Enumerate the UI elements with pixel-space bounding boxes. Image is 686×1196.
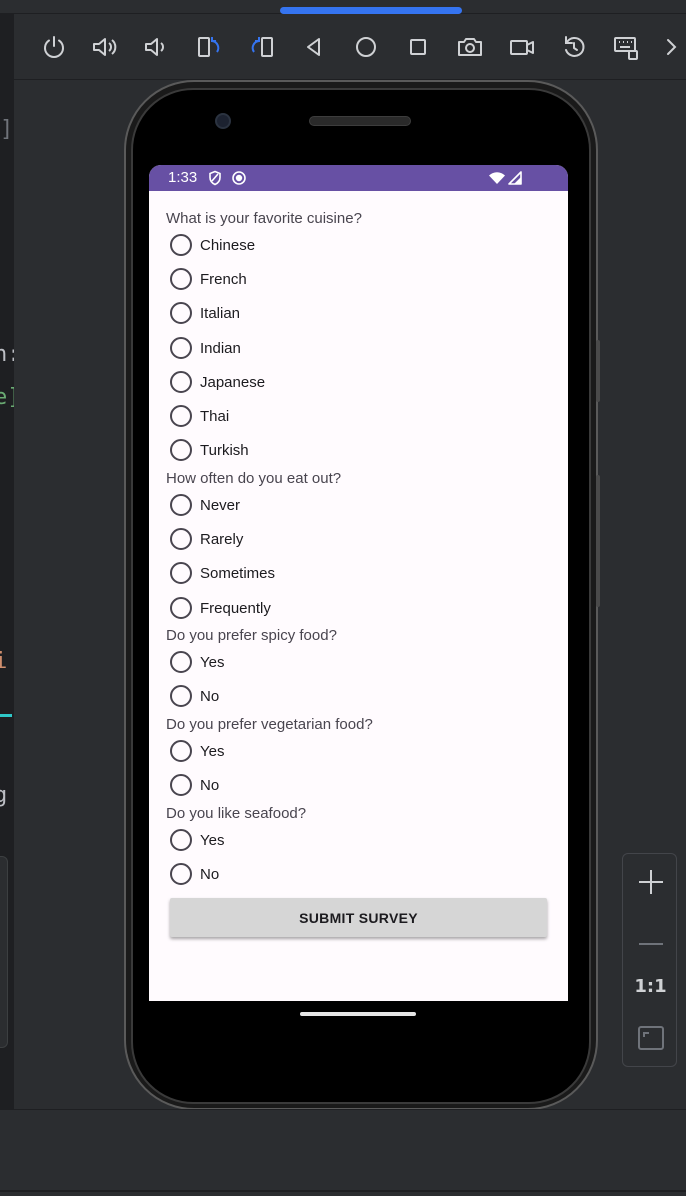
radio-button[interactable] [170,528,192,550]
radio-button[interactable] [170,268,192,290]
more-chevron-icon[interactable] [662,31,682,63]
radio-button[interactable] [170,651,192,673]
status-bar: 1:33 [149,165,568,191]
radio-button[interactable] [170,597,192,619]
radio-option-spicy-no[interactable]: No [170,681,219,711]
radio-button[interactable] [170,302,192,324]
rotate-left-icon[interactable] [193,31,225,63]
side-panel-edge [0,856,8,1048]
power-icon[interactable] [38,31,70,63]
actual-size-label: 1:1 [634,975,667,997]
radio-button[interactable] [170,337,192,359]
zoom-in-icon[interactable] [623,857,678,907]
phone-power-button [596,340,600,402]
keyboard-icon[interactable] [610,31,642,63]
front-camera [215,113,231,129]
phone-volume-button [596,475,600,607]
wifi-icon [489,172,505,184]
fit-screen-icon[interactable] [623,1013,678,1063]
status-time: 1:33 [168,169,198,186]
radio-option-japanese[interactable]: Japanese [170,367,265,397]
radio-button[interactable] [170,405,192,427]
volume-down-icon[interactable] [138,31,170,63]
reset-icon[interactable] [558,31,590,63]
radio-option-seafood-yes[interactable]: Yes [170,825,224,855]
question-eat-out: How often do you eat out? [166,470,342,487]
editor-fragment: g [0,783,8,808]
radio-option-spicy-yes[interactable]: Yes [170,647,224,677]
radio-option-italian[interactable]: Italian [170,298,240,328]
option-label: Turkish [200,441,249,459]
option-label: Japanese [200,373,266,391]
question-seafood: Do you like seafood? [166,805,307,822]
option-label: Chinese [200,236,256,254]
signal-icon [508,171,522,185]
radio-button[interactable] [170,562,192,584]
zoom-out-icon[interactable] [623,909,678,959]
vpn-shield-icon [209,170,221,186]
back-icon[interactable] [298,31,330,63]
submit-survey-button[interactable]: SUBMIT SURVEY [170,898,547,937]
device-screen: 1:33 What is your favorite cuisine? Chin… [149,165,568,1001]
gesture-nav-bar[interactable] [300,1012,416,1016]
radio-option-thai[interactable]: Thai [170,401,229,431]
radio-option-vegetarian-yes[interactable]: Yes [170,736,224,766]
bottom-panel [0,1109,686,1196]
option-label: Sometimes [200,564,276,582]
radio-button[interactable] [170,774,192,796]
option-label: Yes [200,653,225,671]
radio-button[interactable] [170,685,192,707]
radio-option-rarely[interactable]: Rarely [170,524,243,554]
zoom-controls: 1:1 [622,853,677,1067]
radio-button[interactable] [170,439,192,461]
radio-option-vegetarian-no[interactable]: No [170,770,219,800]
radio-option-turkish[interactable]: Turkish [170,435,249,465]
volume-up-icon[interactable] [88,31,120,63]
radio-option-chinese[interactable]: Chinese [170,230,255,260]
editor-fragment: ] [0,117,14,142]
emulator-window: ] n: e] i g 1:33 What is your favorite c… [0,0,686,1196]
earpiece-speaker [309,116,411,126]
radio-button[interactable] [170,494,192,516]
title-strip [0,0,686,14]
actual-size-button[interactable]: 1:1 [623,961,678,1011]
option-label: Frequently [200,599,271,617]
sync-icon [232,171,246,185]
loading-progress-bar [280,7,462,14]
radio-button[interactable] [170,371,192,393]
radio-button[interactable] [170,740,192,762]
option-label: French [200,270,247,288]
option-label: Indian [200,339,241,357]
option-label: Yes [200,742,225,760]
option-label: Yes [200,831,225,849]
option-label: No [200,865,220,883]
emulator-toolbar [14,14,686,80]
overview-icon[interactable] [402,31,434,63]
option-label: Never [200,496,241,514]
camera-icon[interactable] [454,31,486,63]
radio-button[interactable] [170,234,192,256]
editor-marker [0,714,12,717]
editor-fragment: i [0,649,8,674]
question-spicy: Do you prefer spicy food? [166,627,337,644]
home-icon[interactable] [350,31,382,63]
radio-option-frequently[interactable]: Frequently [170,593,271,623]
radio-option-sometimes[interactable]: Sometimes [170,558,275,588]
option-label: No [200,687,220,705]
radio-button[interactable] [170,863,192,885]
radio-button[interactable] [170,829,192,851]
radio-option-never[interactable]: Never [170,490,240,520]
screenrecord-icon[interactable] [506,31,538,63]
radio-option-indian[interactable]: Indian [170,333,241,363]
question-cuisine: What is your favorite cuisine? [166,210,362,227]
question-vegetarian: Do you prefer vegetarian food? [166,716,373,733]
bottom-divider [0,1190,686,1192]
radio-option-seafood-no[interactable]: No [170,859,219,889]
option-label: No [200,776,220,794]
option-label: Italian [200,304,241,322]
option-label: Rarely [200,530,244,548]
rotate-right-icon[interactable] [246,31,278,63]
option-label: Thai [200,407,230,425]
radio-option-french[interactable]: French [170,264,247,294]
